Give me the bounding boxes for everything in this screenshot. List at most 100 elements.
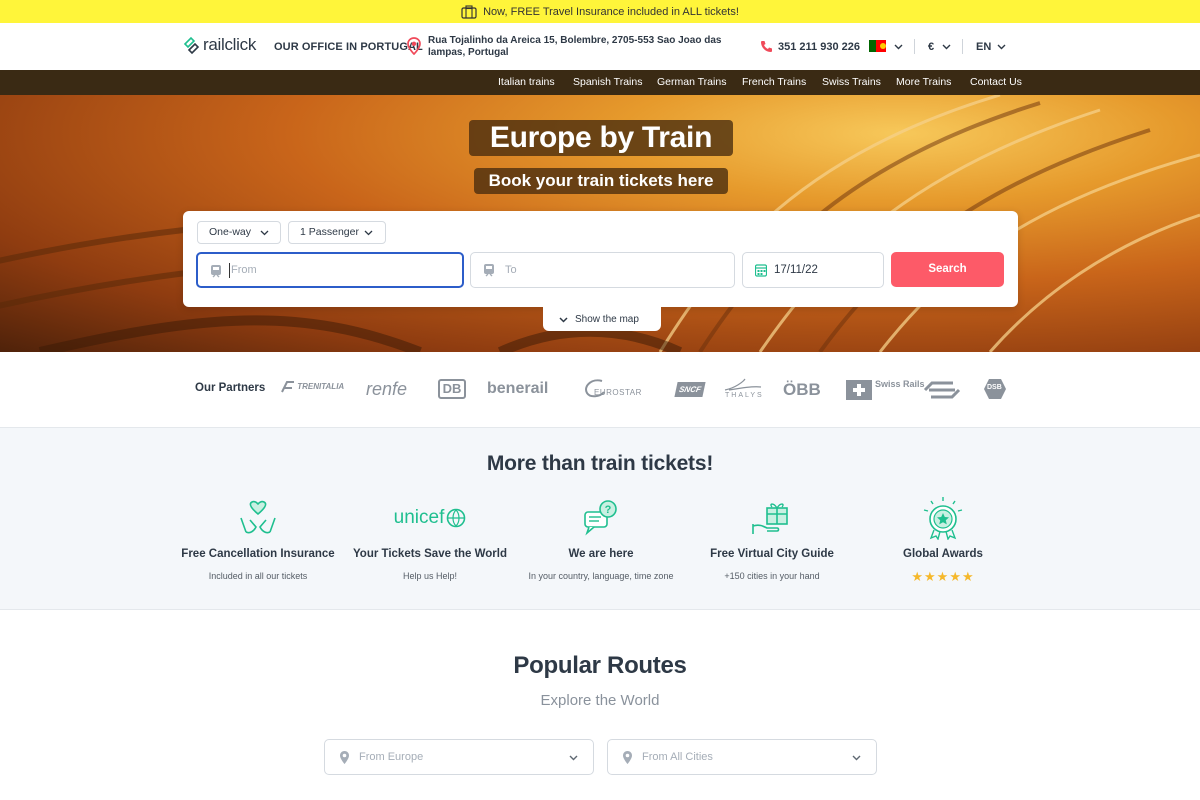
railclick-logo[interactable]: railclick — [183, 35, 256, 55]
hero-title: Europe by Train — [469, 120, 733, 156]
obb-logo: ÖBB — [783, 380, 821, 399]
sncf-logo: SNCF — [674, 382, 706, 397]
nav-more-trains[interactable]: More Trains — [896, 76, 951, 88]
features-section: More than train tickets! Free Cancellati… — [0, 428, 1200, 610]
feature-awards: Global Awards ★★★★★ — [857, 496, 1029, 585]
calendar-icon — [755, 264, 767, 277]
swiss-cross-icon — [846, 380, 872, 400]
hero-subtitle: Book your train tickets here — [474, 168, 728, 194]
feature-subtitle: In your country, language, time zone — [528, 571, 674, 581]
promo-text: Now, FREE Travel Insurance included in A… — [483, 5, 739, 18]
feature-title: Free Virtual City Guide — [710, 548, 834, 560]
star-icon: ★ — [936, 569, 950, 584]
luggage-icon — [461, 4, 477, 19]
dsb-logo: DSB — [983, 378, 1007, 400]
star-icon: ★ — [924, 569, 937, 584]
location-pin-icon — [407, 37, 421, 55]
rating-stars: ★★★★★ — [857, 569, 1029, 585]
office-label: OUR OFFICE IN PORTUGAL — [274, 41, 423, 53]
language-chevron-down-icon[interactable] — [997, 44, 1006, 50]
gift-hand-icon — [752, 503, 788, 534]
language-selector[interactable]: EN — [976, 41, 991, 53]
feature-subtitle: Help us Help! — [402, 571, 458, 581]
city-placeholder: From All Cities — [642, 751, 713, 763]
ns-arrows-icon — [923, 381, 961, 399]
phone-icon — [761, 41, 772, 52]
nav-french-trains[interactable]: French Trains — [742, 76, 806, 88]
currency-chevron-down-icon[interactable] — [942, 44, 951, 50]
to-placeholder: To — [505, 264, 517, 276]
feature-title: Your Tickets Save the World — [352, 548, 508, 560]
location-pin-icon — [623, 751, 632, 764]
nav-german-trains[interactable]: German Trains — [657, 76, 726, 88]
hero-banner: Europe by Train Book your train tickets … — [0, 95, 1200, 352]
db-logo: DB — [438, 379, 466, 399]
star-icon: ★ — [961, 569, 975, 584]
divider — [914, 39, 915, 54]
region-select[interactable]: From Europe — [324, 739, 594, 775]
train-icon — [484, 264, 494, 277]
award-icon — [923, 497, 963, 540]
show-map-toggle[interactable]: Show the map — [543, 307, 661, 331]
nav-italian-trains[interactable]: Italian trains — [498, 76, 555, 88]
trip-type-value: One-way — [209, 226, 252, 238]
popular-routes-subtitle: Explore the World — [540, 692, 660, 709]
nav-contact-us[interactable]: Contact Us — [970, 76, 1022, 88]
train-icon — [211, 265, 221, 278]
nav-spanish-trains[interactable]: Spanish Trains — [573, 76, 642, 88]
logo-text: railclick — [203, 35, 257, 54]
passengers-select[interactable]: 1 Passenger — [288, 221, 386, 244]
currency-selector[interactable]: € — [928, 41, 934, 53]
partners-strip: Our Partners TRENITALIA renfe DB benerai… — [0, 352, 1200, 428]
ns-logo — [923, 380, 961, 400]
chat-question-icon: ? — [584, 500, 617, 536]
star-icon: ★ — [949, 569, 962, 584]
unicef-globe-icon — [447, 508, 466, 528]
date-value: 17/11/22 — [774, 264, 818, 276]
location-pin-icon — [340, 751, 349, 764]
main-nav: Italian trains Spanish Trains German Tra… — [0, 70, 1200, 95]
divider — [962, 39, 963, 54]
trip-type-select[interactable]: One-way — [197, 221, 281, 244]
chevron-down-icon — [364, 230, 373, 236]
nav-swiss-trains[interactable]: Swiss Trains — [822, 76, 881, 88]
site-header: railclick OUR OFFICE IN PORTUGAL Rua Toj… — [0, 23, 1200, 70]
chevron-down-icon — [260, 230, 269, 236]
trenitalia-mark-icon — [281, 381, 294, 393]
feature-title: We are here — [568, 548, 634, 560]
feature-support: ? We are here In your country, language,… — [515, 496, 687, 581]
chevron-down-icon — [852, 755, 861, 761]
from-placeholder: From — [231, 264, 257, 276]
logo-mark-icon — [183, 36, 200, 54]
country-chevron-down-icon[interactable] — [894, 44, 903, 50]
feature-city-guide: Free Virtual City Guide +150 cities in y… — [686, 496, 858, 581]
swiss-rails-logo: Swiss Rails — [846, 379, 925, 400]
feature-subtitle: Included in all our tickets — [208, 571, 308, 581]
portugal-flag-icon[interactable] — [869, 40, 886, 52]
eurostar-logo: EUROSTAR — [582, 378, 656, 400]
region-placeholder: From Europe — [359, 751, 424, 763]
popular-routes-title: Popular Routes — [513, 652, 687, 679]
feature-subtitle: +150 cities in your hand — [724, 571, 820, 581]
thalys-logo: THALYS — [723, 378, 763, 402]
svg-text:?: ? — [605, 504, 612, 516]
feature-title: Free Cancellation Insurance — [181, 548, 335, 560]
thalys-wave-icon — [724, 378, 762, 391]
phone-number[interactable]: 351 211 930 226 — [778, 41, 860, 53]
chevron-down-icon — [559, 317, 568, 323]
show-map-label: Show the map — [575, 314, 639, 325]
city-select[interactable]: From All Cities — [607, 739, 877, 775]
from-station-input[interactable]: From — [196, 252, 464, 288]
office-address: Rua Tojalinho da Areica 15, Bolembre, 27… — [428, 35, 722, 58]
star-icon: ★ — [911, 569, 925, 584]
renfe-logo: renfe — [366, 379, 408, 399]
partners-label: Our Partners — [195, 382, 266, 394]
search-button[interactable]: Search — [891, 252, 1004, 287]
promo-bar: Now, FREE Travel Insurance included in A… — [0, 0, 1200, 23]
feature-title: Global Awards — [903, 548, 983, 560]
date-input[interactable]: 17/11/22 — [742, 252, 884, 288]
search-form: One-way 1 Passenger From To 17/11/22 Sea… — [183, 211, 1018, 307]
features-title: More than train tickets! — [486, 452, 714, 475]
to-station-input[interactable]: To — [470, 252, 735, 288]
benerail-logo: benerail — [487, 380, 549, 397]
